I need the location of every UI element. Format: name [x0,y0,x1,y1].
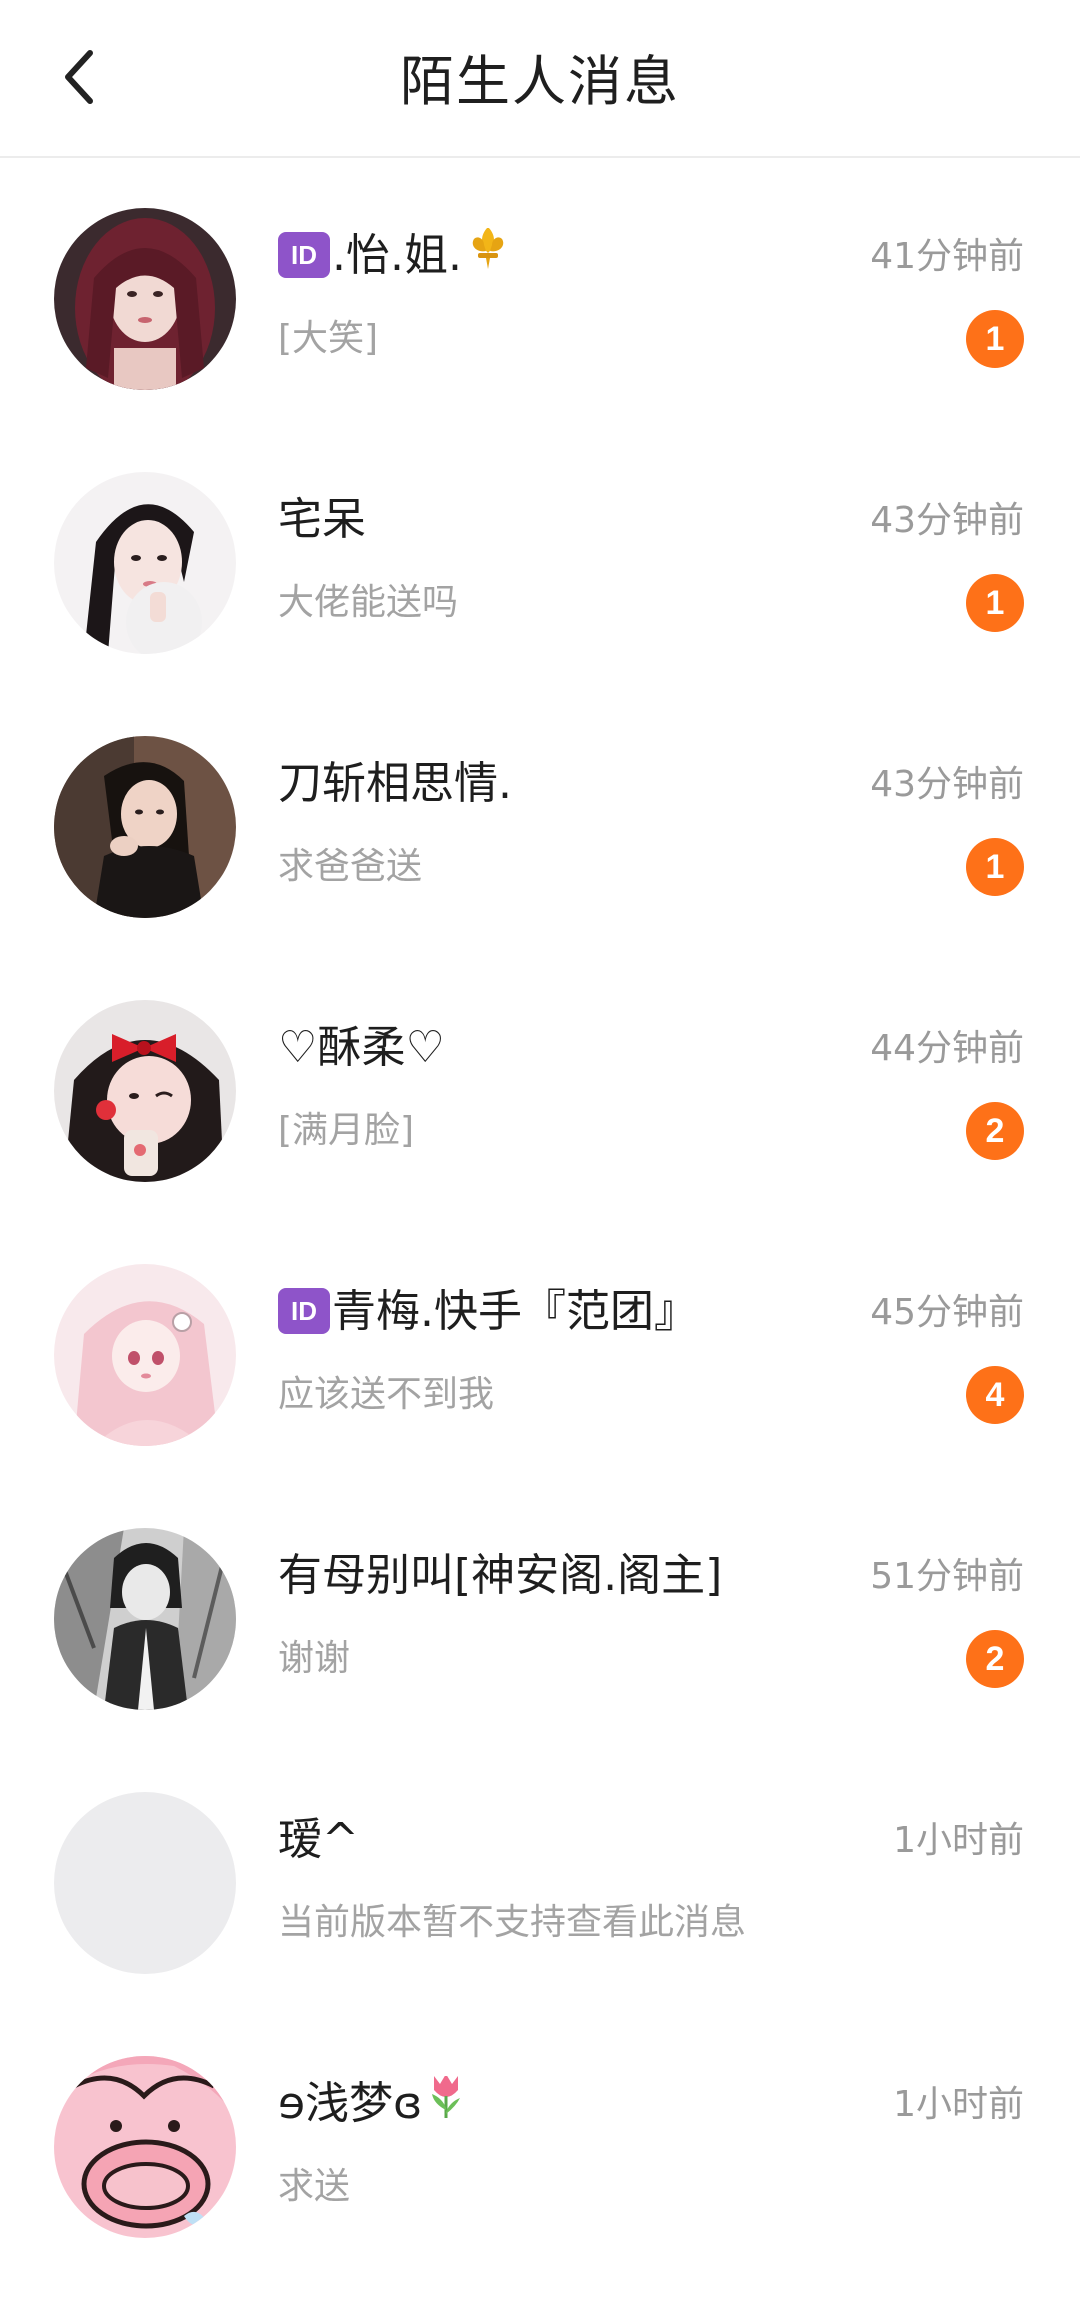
page-title: 陌生人消息 [400,50,680,113]
conversation-row[interactable]: ♡酥柔♡ 44分钟前 [满月脸] 2 [0,950,1080,1214]
id-badge-icon: ID [278,232,330,278]
contact-name: ɘ浅梦ɞ [278,2076,466,2134]
message-preview: 求爸爸送 [278,846,423,887]
message-time: 43分钟前 [870,764,1024,805]
conversation-row[interactable]: ɘ浅梦ɞ 1小时前 求送 [0,2006,1080,2270]
conversation-row[interactable]: ID 青梅.快手『范团』 45分钟前 应该送不到我 4 [0,1214,1080,1478]
message-time: 1小时前 [893,2084,1024,2125]
unread-badge: 1 [966,838,1024,896]
message-preview: 谢谢 [278,1638,351,1679]
avatar[interactable] [54,1000,236,1182]
contact-name: 瑷^ [278,1814,359,1865]
avatar[interactable] [54,2056,236,2238]
conversation-row[interactable]: ID .怡.姐. 41分钟前 [大笑] 1 [0,158,1080,422]
avatar[interactable] [54,1264,236,1446]
conversation-row[interactable]: 刀斩相思情. 43分钟前 求爸爸送 1 [0,686,1080,950]
conversation-row[interactable]: 瑷^ 1小时前 当前版本暂不支持查看此消息 [0,1742,1080,2006]
message-time: 41分钟前 [870,236,1024,277]
tulip-icon [426,2076,466,2134]
conversation-row[interactable]: 宅呆 43分钟前 大佬能送吗 1 [0,422,1080,686]
unread-badge: 1 [966,310,1024,368]
contact-name: 刀斩相思情. [278,758,512,809]
message-preview: 大佬能送吗 [278,582,459,623]
message-preview: 求送 [278,2166,351,2207]
message-time: 51分钟前 [870,1556,1024,1597]
message-time: 43分钟前 [870,500,1024,541]
conversation-row[interactable]: 有母别叫[神安阁.阁主] 51分钟前 谢谢 2 [0,1478,1080,1742]
avatar[interactable] [54,1792,236,1974]
unread-badge: 1 [966,574,1024,632]
contact-name: ♡酥柔♡ [278,1022,445,1073]
unread-badge: 2 [966,1102,1024,1160]
unread-badge: 2 [966,1630,1024,1688]
avatar[interactable] [54,736,236,918]
conversation-list: ID .怡.姐. 41分钟前 [大笑] 1 宅呆 43分钟前 大佬能送吗 1 刀… [0,158,1080,2270]
message-preview: 当前版本暂不支持查看此消息 [278,1902,747,1943]
message-time: 44分钟前 [870,1028,1024,1069]
fleur-de-lis-icon [466,228,510,285]
avatar[interactable] [54,208,236,390]
contact-name: 宅呆 [278,494,366,545]
message-time: 1小时前 [893,1820,1024,1861]
message-preview: [满月脸] [278,1110,415,1151]
id-badge-icon: ID [278,1288,330,1334]
contact-name: ID 青梅.快手『范团』 [278,1284,698,1340]
contact-name: ID .怡.姐. [278,228,510,285]
avatar[interactable] [54,472,236,654]
contact-name: 有母别叫[神安阁.阁主] [278,1550,723,1601]
top-bar: 陌生人消息 [0,0,1080,158]
message-preview: 应该送不到我 [278,1374,495,1415]
message-preview: [大笑] [278,318,379,359]
unread-badge: 4 [966,1366,1024,1424]
message-time: 45分钟前 [870,1292,1024,1333]
avatar[interactable] [54,1528,236,1710]
